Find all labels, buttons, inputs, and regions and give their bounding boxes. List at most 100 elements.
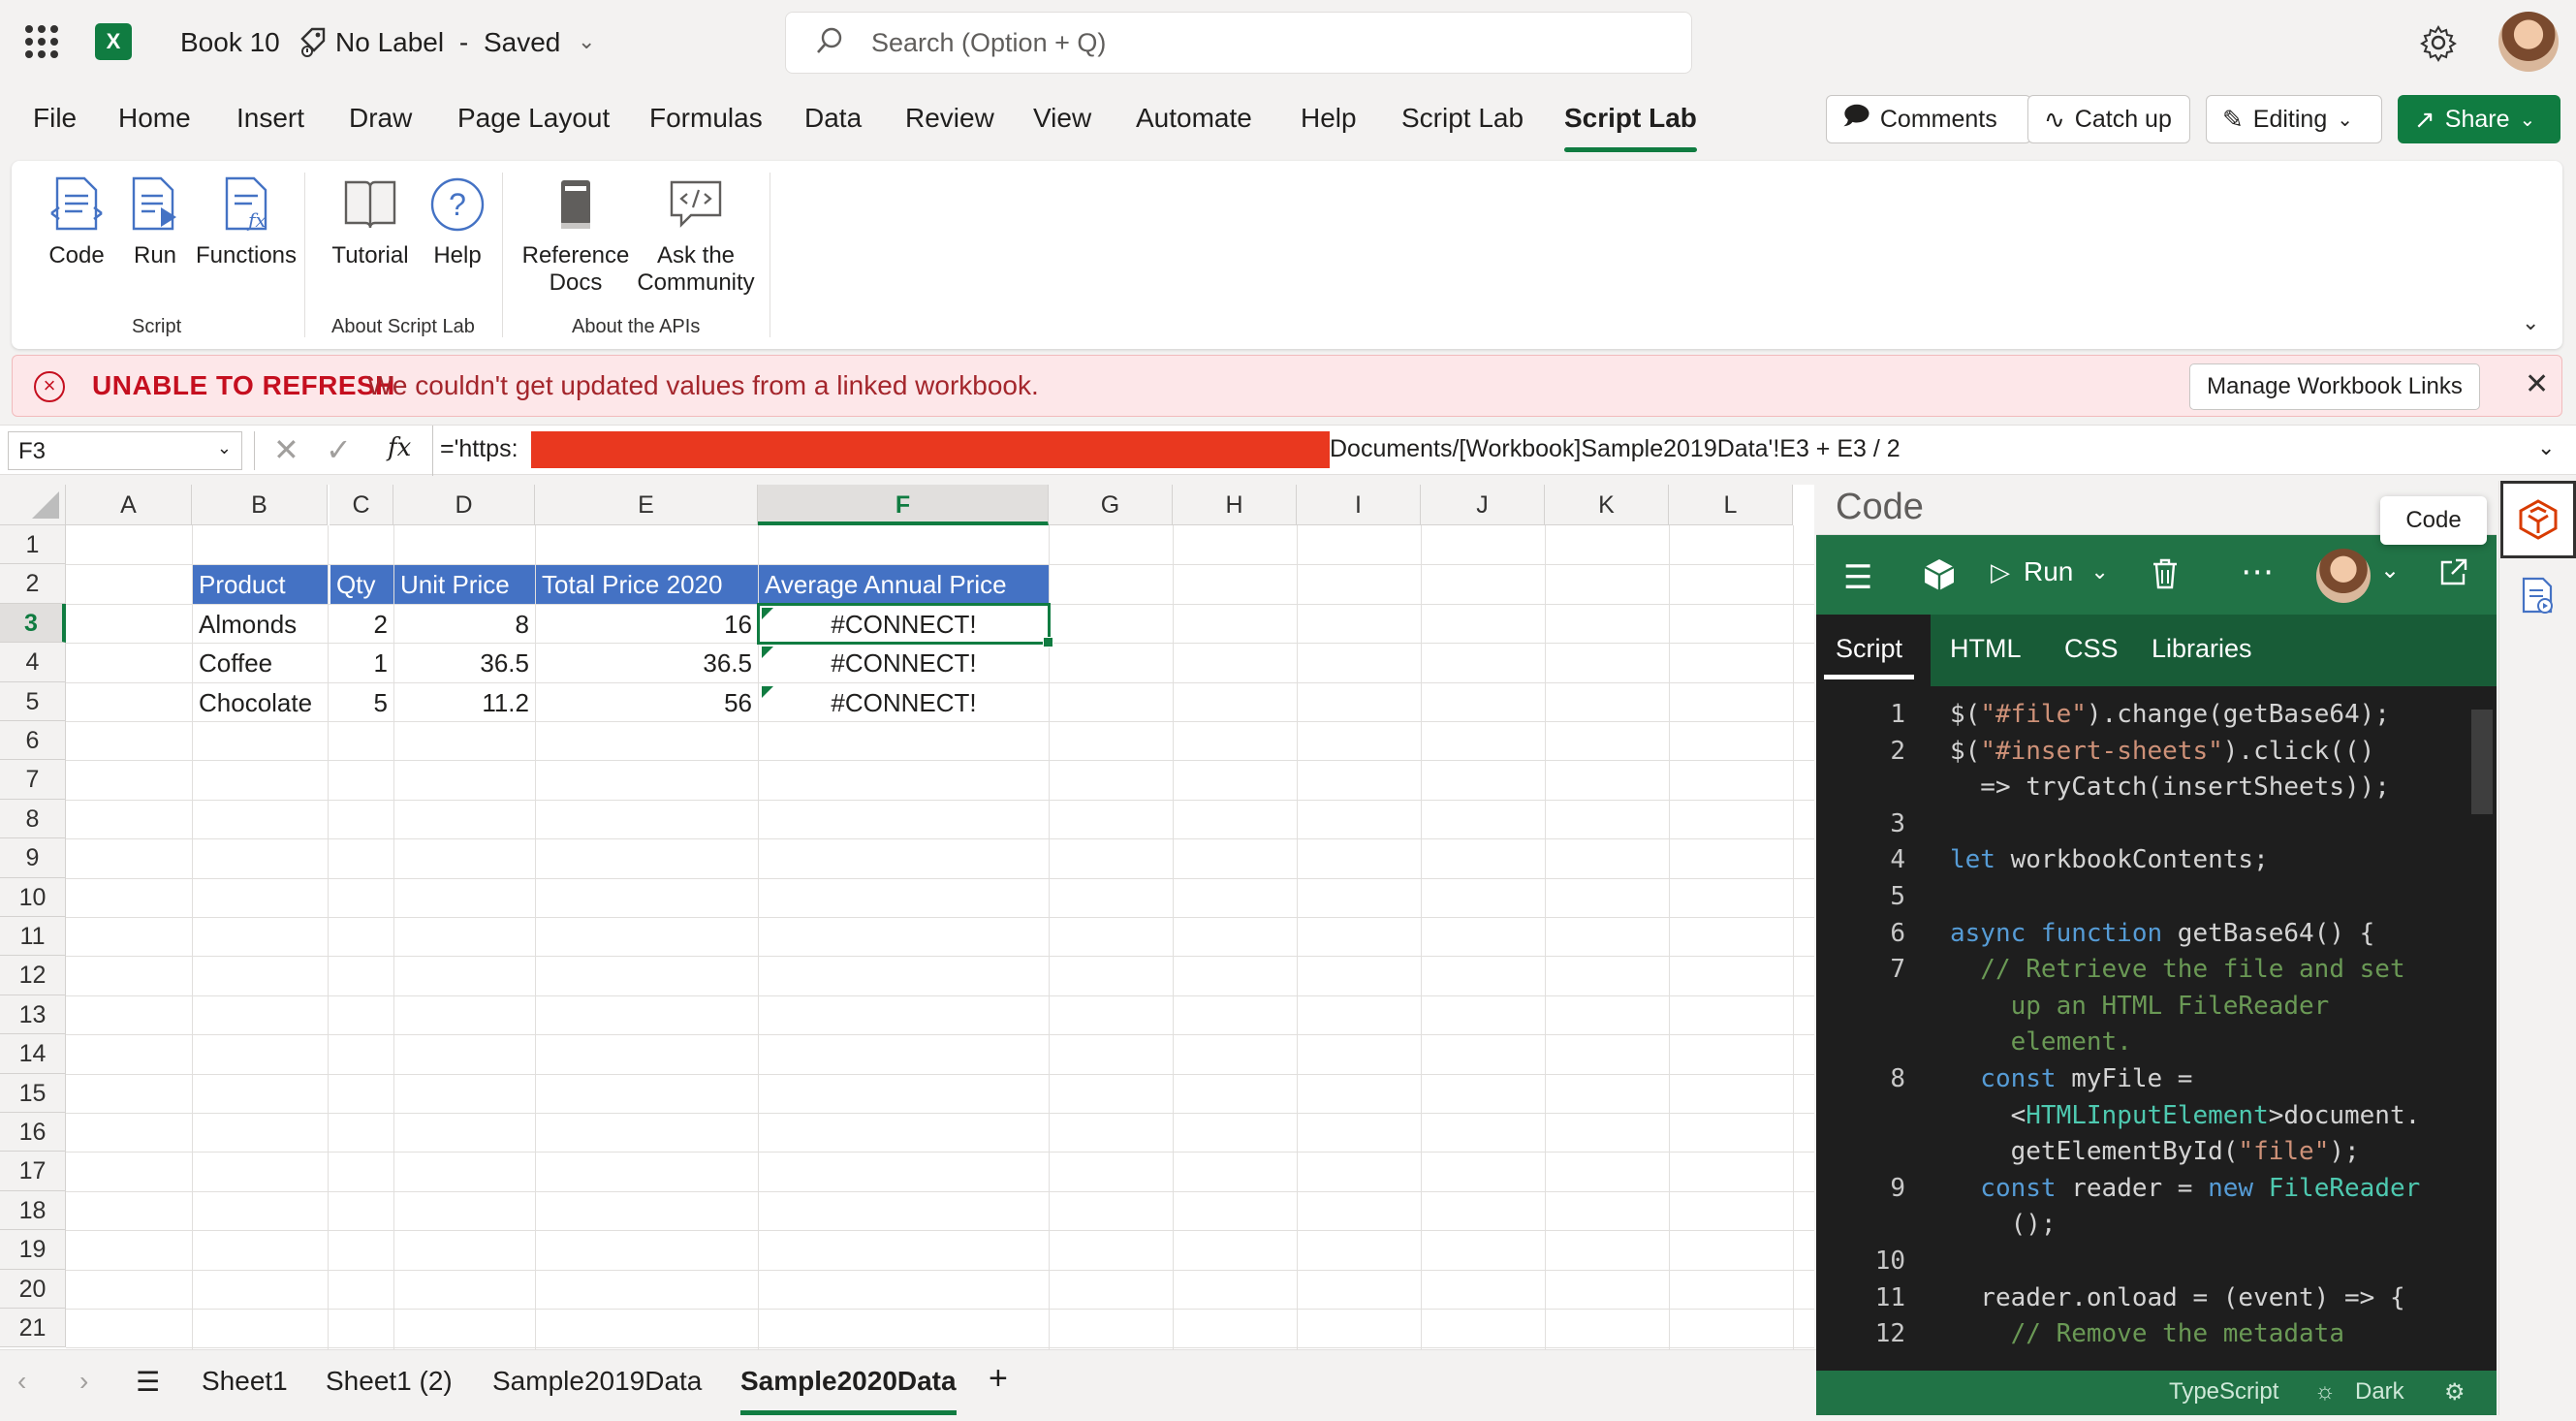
share-button[interactable]: ↗ Share ⌄ <box>2398 95 2560 143</box>
row-header-5[interactable]: 5 <box>0 681 66 721</box>
column-header-i[interactable]: I <box>1297 485 1421 525</box>
delete-trash-icon[interactable] <box>2150 556 2181 596</box>
insert-function-icon[interactable]: fx <box>388 433 411 462</box>
add-sheet-plus-icon[interactable]: + <box>989 1360 1008 1398</box>
row-header-2[interactable]: 2 <box>0 564 66 604</box>
code-ribbon-button[interactable]: Code <box>33 174 120 269</box>
comments-button[interactable]: 🗩 Comments <box>1826 95 2031 143</box>
tab-script-lab[interactable]: Script Lab <box>1401 103 1524 134</box>
sheet-tab-sheet1[interactable]: Sheet1 <box>202 1366 288 1397</box>
table-header-cell[interactable]: Unit Price <box>394 565 535 604</box>
tab-view[interactable]: View <box>1033 103 1091 134</box>
table-cell[interactable]: 36.5 <box>536 644 758 681</box>
chevron-down-icon[interactable]: ⌄ <box>578 29 595 54</box>
table-header-cell[interactable]: Product <box>193 565 328 604</box>
code-line[interactable]: reader.onload = (event) => { <box>1950 1283 2404 1312</box>
sheet-tab-sample2019data[interactable]: Sample2019Data <box>492 1366 702 1397</box>
row-header-10[interactable]: 10 <box>0 877 66 917</box>
code-line[interactable]: getElementById("file"); <box>1950 1137 2360 1166</box>
tab-script-lab-active[interactable]: Script Lab <box>1564 103 1697 152</box>
code-line[interactable]: $("#file").change(getBase64); <box>1950 700 2390 729</box>
ribbon-expand-chevron-icon[interactable]: ⌄ <box>2522 310 2539 335</box>
theme-status[interactable]: Dark <box>2355 1378 2404 1405</box>
manage-workbook-links-button[interactable]: Manage Workbook Links <box>2189 363 2480 410</box>
code-editor[interactable]: 1 $("#file").change(getBase64); 2 $("#inser… <box>1816 696 2497 1355</box>
script-lab-code-rail-button[interactable] <box>2500 481 2576 558</box>
app-launcher-icon[interactable] <box>25 25 58 58</box>
user-avatar[interactable] <box>2498 12 2559 72</box>
code-line[interactable]: (); <box>1950 1210 2057 1239</box>
table-cell[interactable]: #CONNECT! <box>759 644 1049 681</box>
tutorial-ribbon-button[interactable]: Tutorial <box>322 174 419 269</box>
code-line[interactable]: // Remove the metadata <box>1950 1319 2344 1348</box>
hamburger-menu-icon[interactable]: ☰ <box>1843 558 1872 597</box>
code-line[interactable]: const myFile = <box>1950 1064 2192 1093</box>
table-header-cell[interactable]: Total Price 2020 <box>536 565 758 604</box>
column-header-j[interactable]: J <box>1421 485 1545 525</box>
settings-gear-icon[interactable] <box>2419 23 2458 62</box>
row-header-4[interactable]: 4 <box>0 643 66 682</box>
tab-insert[interactable]: Insert <box>236 103 304 134</box>
tab-file[interactable]: File <box>33 103 77 134</box>
run-button[interactable]: ▷ Run ⌄ <box>1991 556 2109 587</box>
tab-page-layout[interactable]: Page Layout <box>457 103 610 134</box>
sensitivity-label-icon[interactable] <box>298 25 328 58</box>
row-header-1[interactable]: 1 <box>0 525 66 565</box>
tab-home[interactable]: Home <box>118 103 191 134</box>
label-and-status[interactable]: No Label - Saved <box>335 27 560 58</box>
tab-data[interactable]: Data <box>804 103 862 134</box>
column-header-k[interactable]: K <box>1545 485 1669 525</box>
reference-docs-ribbon-button[interactable]: Reference Docs <box>516 174 636 297</box>
table-cell[interactable]: Chocolate <box>193 683 328 721</box>
column-header-f[interactable]: F <box>758 485 1049 525</box>
table-cell[interactable]: 2 <box>330 605 393 643</box>
sheet-tab-sample2020data[interactable]: Sample2020Data <box>740 1366 957 1415</box>
close-icon[interactable]: ✕ <box>2525 367 2549 401</box>
script-lab-run-rail-icon[interactable] <box>2520 576 2557 621</box>
row-header-13[interactable]: 13 <box>0 995 66 1035</box>
table-header-cell[interactable]: Average Annual Price <box>759 565 1049 604</box>
pane-user-avatar[interactable] <box>2316 549 2371 603</box>
column-header-d[interactable]: D <box>393 485 535 525</box>
expand-formula-chevron-icon[interactable]: ⌄ <box>2537 435 2555 460</box>
column-header-c[interactable]: C <box>330 485 393 525</box>
formula-text-start[interactable]: ='https: <box>440 435 518 463</box>
row-header-8[interactable]: 8 <box>0 799 66 839</box>
row-header-15[interactable]: 15 <box>0 1073 66 1113</box>
active-cell-selection[interactable] <box>757 602 1053 648</box>
row-header-12[interactable]: 12 <box>0 956 66 995</box>
code-line[interactable]: const reader = new FileReader <box>1950 1174 2420 1203</box>
formula-text-end[interactable]: Documents/[Workbook]Sample2019Data'!E3 +… <box>1330 435 1901 463</box>
row-header-21[interactable]: 21 <box>0 1309 66 1348</box>
column-header-h[interactable]: H <box>1173 485 1297 525</box>
more-options-icon[interactable]: ⋯ <box>2241 553 2274 591</box>
catch-up-button[interactable]: ∿ Catch up <box>2027 95 2190 143</box>
table-cell[interactable]: 5 <box>330 683 393 721</box>
column-header-l[interactable]: L <box>1669 485 1793 525</box>
tab-script[interactable]: Script <box>1823 634 1915 679</box>
code-line[interactable]: $("#insert-sheets").click(() <box>1950 737 2374 766</box>
chevron-down-icon[interactable]: ⌄ <box>2380 556 2400 584</box>
tab-formulas[interactable]: Formulas <box>649 103 763 134</box>
table-cell[interactable]: 11.2 <box>394 683 535 721</box>
name-box[interactable]: F3 ⌄ <box>8 431 242 470</box>
editing-mode-button[interactable]: ✎ Editing ⌄ <box>2206 95 2382 143</box>
help-ribbon-button[interactable]: ? Help <box>417 174 498 269</box>
code-line[interactable]: let workbookContents; <box>1950 845 2269 874</box>
tab-draw[interactable]: Draw <box>349 103 412 134</box>
table-cell[interactable]: Coffee <box>193 644 328 681</box>
document-name[interactable]: Book 10 <box>180 27 280 58</box>
tab-review[interactable]: Review <box>905 103 994 134</box>
table-cell[interactable]: 8 <box>394 605 535 643</box>
table-header-cell[interactable]: Qty <box>330 565 393 604</box>
row-header-19[interactable]: 19 <box>0 1230 66 1270</box>
code-line[interactable]: element. <box>1950 1027 2132 1057</box>
column-header-b[interactable]: B <box>192 485 328 525</box>
table-cell[interactable]: 1 <box>330 644 393 681</box>
scroll-right-chevron-icon[interactable]: › <box>79 1366 88 1397</box>
spreadsheet-grid[interactable]: ABCDEFGHIJKL 1 2 3 4 5 6 7 8 9 10 11 12 13 14 15 16 17 18… <box>0 485 1814 1349</box>
functions-ribbon-button[interactable]: fx Functions <box>186 174 306 269</box>
row-header-6[interactable]: 6 <box>0 721 66 761</box>
all-sheets-menu-icon[interactable]: ☰ <box>136 1366 160 1398</box>
row-header-9[interactable]: 9 <box>0 838 66 878</box>
